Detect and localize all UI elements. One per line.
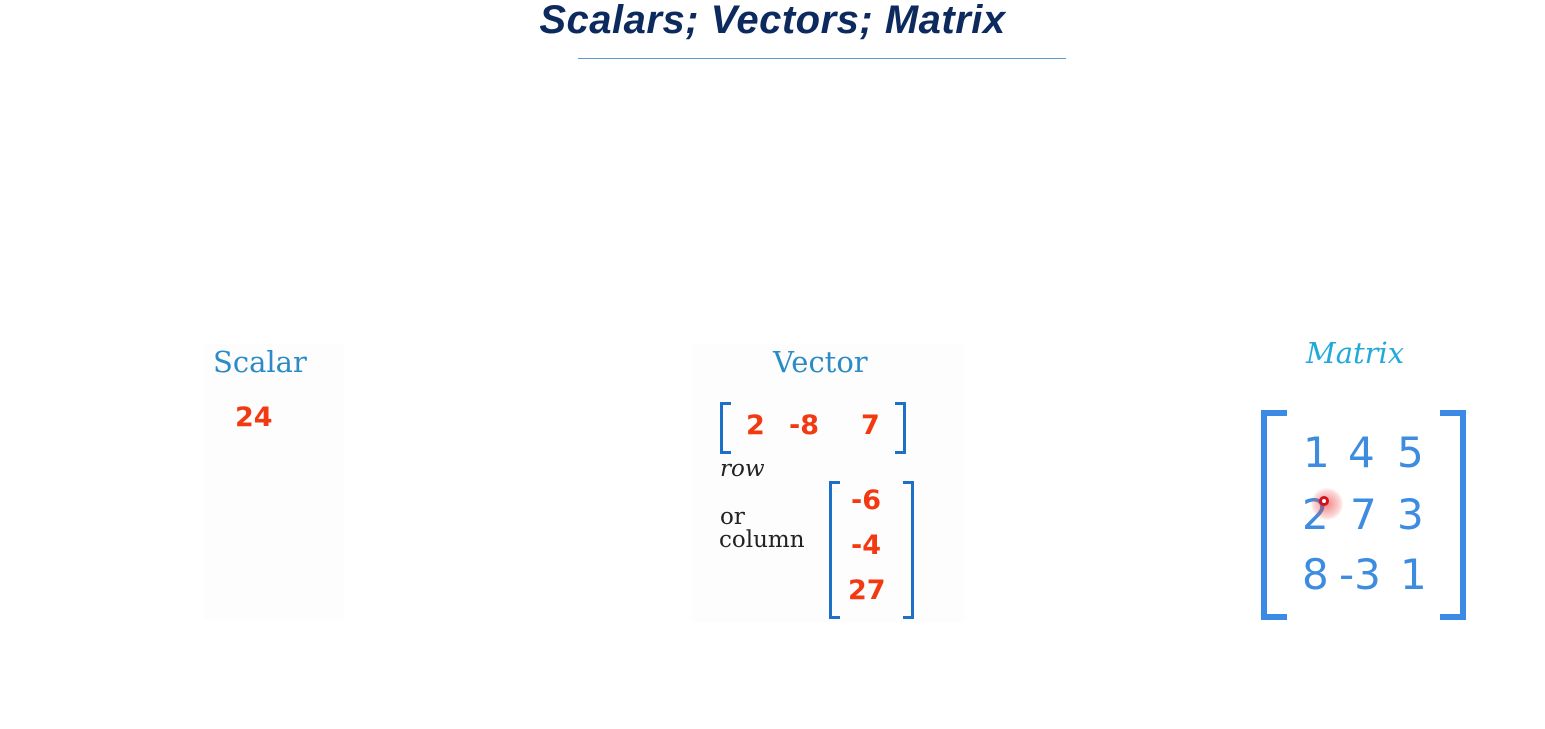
pointer-dot	[1319, 496, 1329, 506]
row-vector-value: -8	[789, 410, 819, 441]
row-vector-right-bracket	[895, 402, 906, 454]
matrix-cell: 1	[1303, 428, 1330, 477]
vector-heading: Vector	[773, 345, 868, 379]
matrix-cell: 7	[1350, 490, 1377, 539]
matrix-heading: Matrix	[1306, 336, 1405, 370]
row-vector-value: 7	[861, 410, 880, 441]
column-vector-value: -4	[851, 530, 881, 561]
page-title: Scalars; Vectors; Matrix	[539, 0, 1006, 42]
matrix-cell: 4	[1348, 428, 1375, 477]
column-label: column	[719, 527, 805, 553]
title-underline	[578, 58, 1066, 59]
scalar-value: 24	[235, 402, 273, 433]
scalar-panel	[204, 344, 344, 619]
scalar-heading: Scalar	[213, 345, 307, 379]
matrix-left-bracket	[1261, 410, 1287, 620]
column-vector-right-bracket	[903, 481, 914, 619]
matrix-cell: 3	[1397, 490, 1424, 539]
matrix-cell: -3	[1339, 550, 1381, 599]
matrix-cell: 8	[1302, 550, 1329, 599]
matrix-cell: 1	[1400, 550, 1427, 599]
matrix-right-bracket	[1440, 410, 1466, 620]
row-vector-left-bracket	[720, 402, 731, 454]
column-vector-value: -6	[851, 485, 881, 516]
column-vector-value: 27	[848, 575, 886, 606]
row-vector-value: 2	[746, 410, 765, 441]
column-vector-left-bracket	[829, 481, 840, 619]
row-label: row	[720, 456, 765, 482]
matrix-cell: 5	[1397, 428, 1424, 477]
vector-panel	[692, 344, 964, 622]
